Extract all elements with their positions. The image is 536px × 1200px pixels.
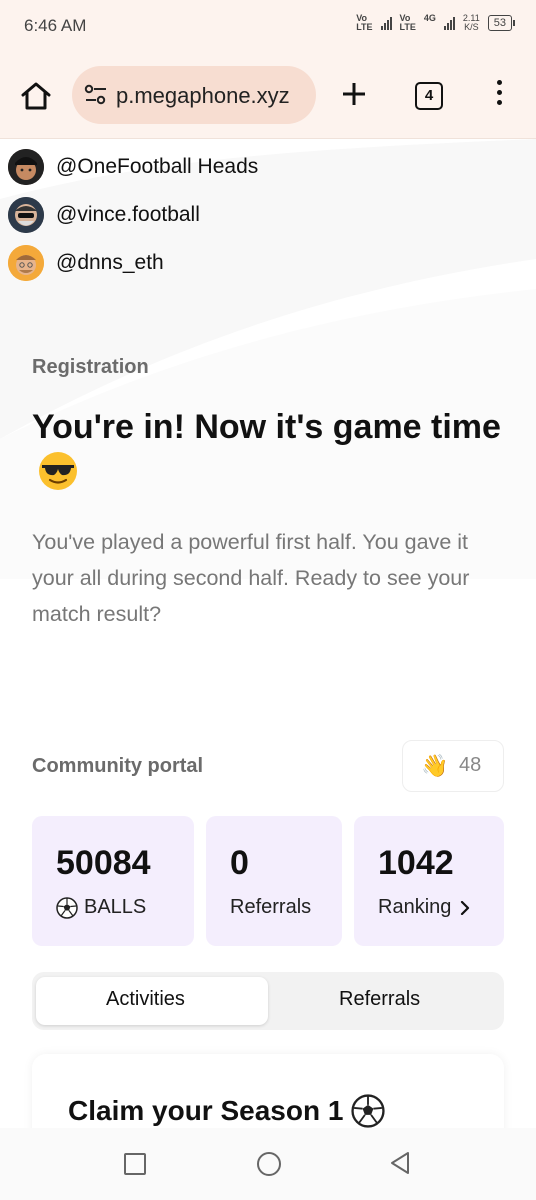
home-icon[interactable] <box>18 78 54 114</box>
ranking-label[interactable]: Ranking <box>378 896 471 919</box>
signal-icon <box>380 16 392 30</box>
wave-count: 48 <box>459 754 482 776</box>
network-speed: 2.11 K/S <box>462 13 480 32</box>
user-handle[interactable]: @dnns_eth <box>56 251 164 275</box>
avatar <box>8 197 44 233</box>
referrals-stat-card: 0 Referrals <box>206 816 342 946</box>
tab-activities-label[interactable]: Activities <box>106 988 185 1011</box>
volte-indicator-2: Vo LTE <box>399 13 416 32</box>
leaderboard-user[interactable]: @OneFootball Heads <box>8 148 258 186</box>
wave-reaction-button[interactable]: 👋 48 <box>402 740 504 792</box>
soccer-ball-icon <box>351 1094 386 1128</box>
sunglasses-emoji-icon <box>39 452 77 490</box>
ranking-stat-card[interactable]: 1042 Ranking <box>354 816 504 946</box>
status-icons: Vo LTE Vo LTE 4G 2.11 K/S 53 <box>356 13 516 32</box>
leaderboard-user[interactable]: @vince.football <box>8 196 200 234</box>
balls-value: 50084 <box>56 844 151 882</box>
chevron-right-icon[interactable] <box>459 900 471 915</box>
back-icon[interactable] <box>388 1150 412 1176</box>
activity-tabs: Activities Referrals <box>32 972 504 1030</box>
waving-hand-icon: 👋 <box>421 753 449 778</box>
status-bar: 6:46 AM Vo LTE Vo LTE 4G 2.11 K/S 53 <box>0 0 536 52</box>
new-tab-plus-icon[interactable] <box>340 80 368 108</box>
network-type: 4G <box>423 13 436 23</box>
volte-indicator-1: Vo LTE <box>356 13 373 32</box>
recent-apps-icon[interactable] <box>124 1153 146 1175</box>
avatar <box>8 149 44 185</box>
balls-stat-card: 50084 BALLS <box>32 816 194 946</box>
referrals-label: Referrals <box>230 896 312 918</box>
community-portal-label: Community portal <box>32 755 204 777</box>
user-handle[interactable]: @OneFootball Heads <box>56 155 258 179</box>
avatar <box>8 245 44 281</box>
tab-referrals-label[interactable]: Referrals <box>339 988 420 1011</box>
browser-toolbar: p.megaphone.xyz 4 <box>0 52 536 139</box>
ranking-value: 1042 <box>378 844 454 882</box>
leaderboard-user[interactable]: @dnns_eth <box>8 244 164 282</box>
url-text[interactable]: p.megaphone.xyz <box>116 83 290 109</box>
more-vert-icon[interactable] <box>492 80 506 110</box>
signal-icon-2 <box>443 16 455 30</box>
user-handle[interactable]: @vince.football <box>56 203 200 227</box>
claim-title: Claim your Season 1 <box>68 1094 386 1128</box>
battery-icon: 53 <box>487 15 516 31</box>
home-nav-icon[interactable] <box>257 1152 281 1176</box>
tab-switcher-button[interactable]: 4 <box>415 82 443 110</box>
system-nav-bar <box>0 1128 536 1200</box>
registration-headline: You're in! Now it's game time <box>32 404 502 498</box>
status-time: 6:46 AM <box>24 16 87 35</box>
balls-label: BALLS <box>56 896 146 919</box>
registration-body: You've played a powerful first half. You… <box>32 530 470 626</box>
address-bar[interactable]: p.megaphone.xyz <box>72 66 316 124</box>
site-settings-icon[interactable] <box>84 84 108 106</box>
referrals-value: 0 <box>230 844 249 882</box>
soccer-ball-icon <box>56 896 78 919</box>
registration-label: Registration <box>32 356 149 378</box>
